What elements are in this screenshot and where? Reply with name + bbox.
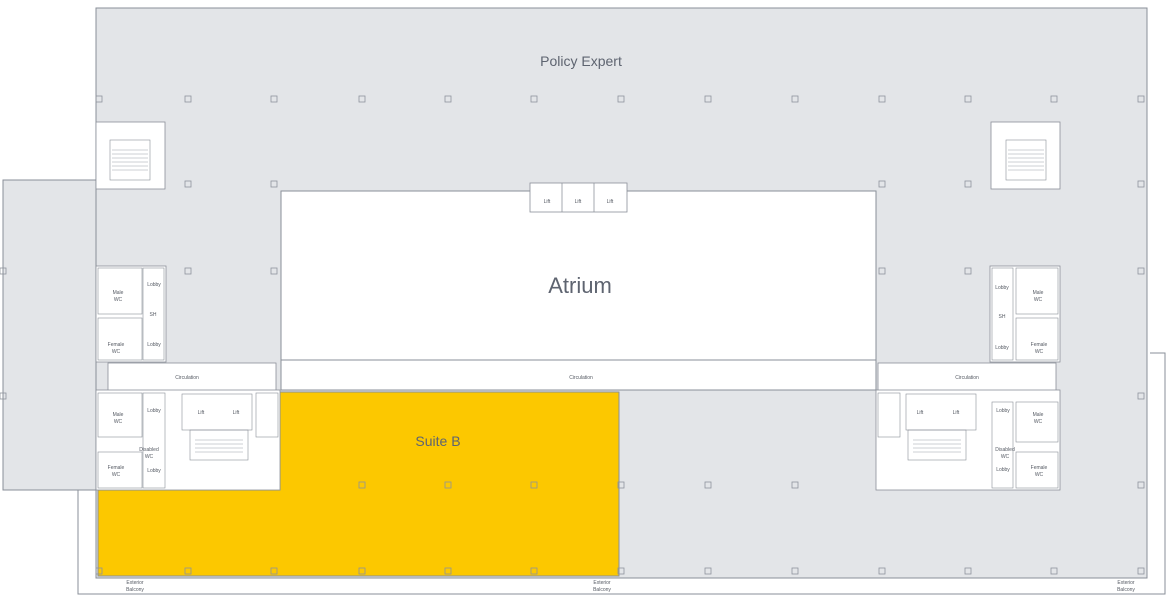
exterior-balcony-label: Balcony [593,587,611,593]
circulation-label: Circulation [175,375,199,381]
female-wc-label: WC [1035,349,1044,355]
exterior-balcony-label: Balcony [126,587,144,593]
lobby-label: Lobby [147,282,161,288]
female-wc-label: WC [1035,472,1044,478]
female-wc-label: WC [112,472,121,478]
sh-label: SH [999,314,1006,320]
female-wc-label: Female [108,465,125,471]
male-wc-label: Male [1033,412,1044,418]
female-wc-label: Female [1031,342,1048,348]
male-wc-label: WC [1034,297,1043,303]
lift-label: Lift [198,410,205,416]
lobby-label: Lobby [996,408,1010,414]
exterior-balcony-label: Exterior [1117,580,1135,586]
exterior-balcony-label: Balcony [1117,587,1135,593]
circulation-label: Circulation [569,375,593,381]
disabled-wc-label: WC [1001,454,1010,460]
atrium-lift-bay [529,182,628,213]
sh-label: SH [150,312,157,318]
floor-plan: Policy Expert Atrium Suite B Lift Lift L… [0,7,1166,595]
male-wc-label: Male [1033,290,1044,296]
male-wc-label: Male [113,290,124,296]
lift-label: Lift [917,410,924,416]
exterior-balcony-label: Exterior [593,580,611,586]
lobby-label: Lobby [996,467,1010,473]
lift-label: Lift [544,199,551,205]
lift-label: Lift [953,410,960,416]
male-wc-label: Male [113,412,124,418]
lobby-label: Lobby [995,345,1009,351]
disabled-wc-label: Disabled [995,447,1015,453]
female-wc-label: Female [108,342,125,348]
lobby-label: Lobby [147,468,161,474]
lift-label: Lift [607,199,614,205]
lift-label: Lift [233,410,240,416]
circulation-label: Circulation [955,375,979,381]
lobby-label: Lobby [147,342,161,348]
female-wc-label: WC [112,349,121,355]
disabled-wc-label: Disabled [139,447,159,453]
lift-label: Lift [575,199,582,205]
female-wc-label: Female [1031,465,1048,471]
disabled-wc-label: WC [145,454,154,460]
suite-b-label: Suite B [415,433,460,449]
male-wc-label: WC [1034,419,1043,425]
policy-expert-label: Policy Expert [540,53,622,69]
lobby-label: Lobby [995,285,1009,291]
atrium-label: Atrium [548,273,612,298]
west-wing [2,179,97,491]
male-wc-label: WC [114,419,123,425]
exterior-balcony-label: Exterior [126,580,144,586]
lobby-label: Lobby [147,408,161,414]
male-wc-label: WC [114,297,123,303]
